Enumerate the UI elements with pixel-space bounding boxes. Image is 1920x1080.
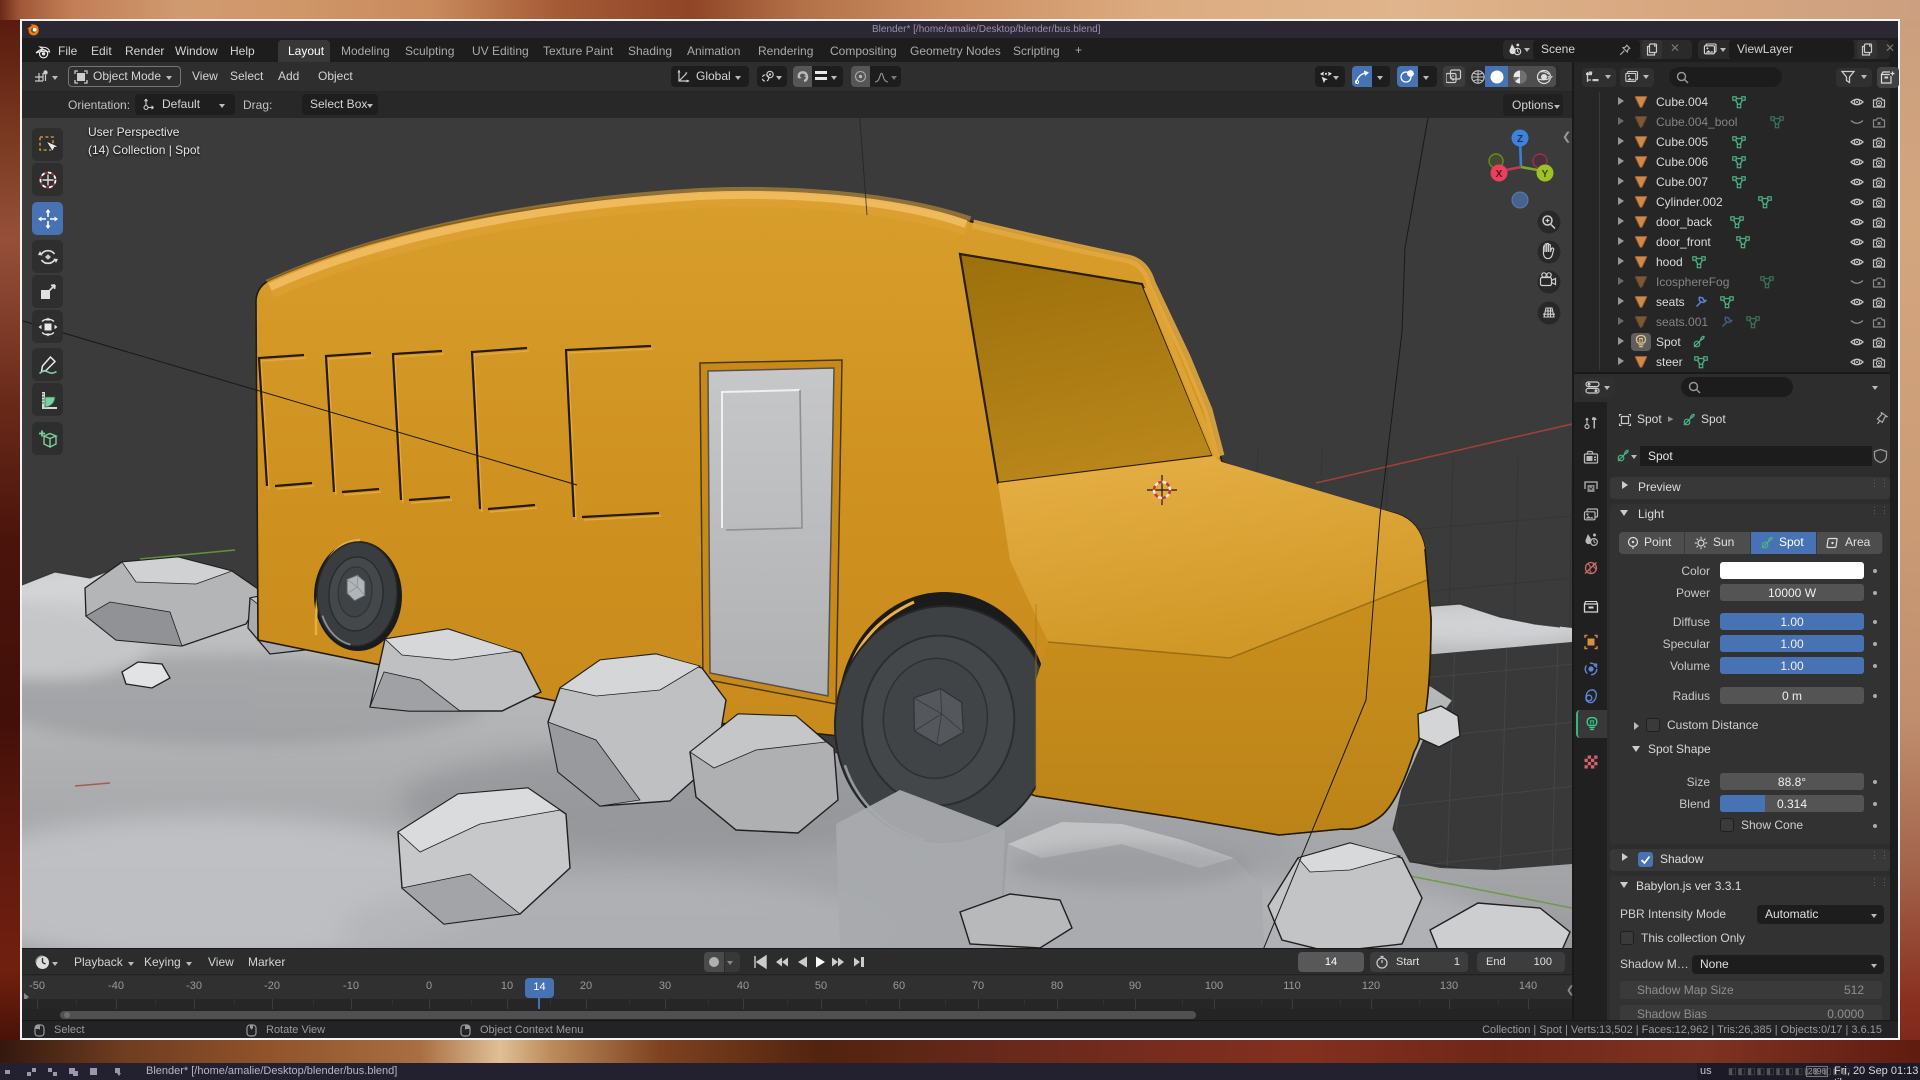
svg-text:Z: Z <box>1517 134 1523 145</box>
svg-text:X: X <box>1496 169 1503 180</box>
svg-text:Y: Y <box>1542 169 1549 180</box>
